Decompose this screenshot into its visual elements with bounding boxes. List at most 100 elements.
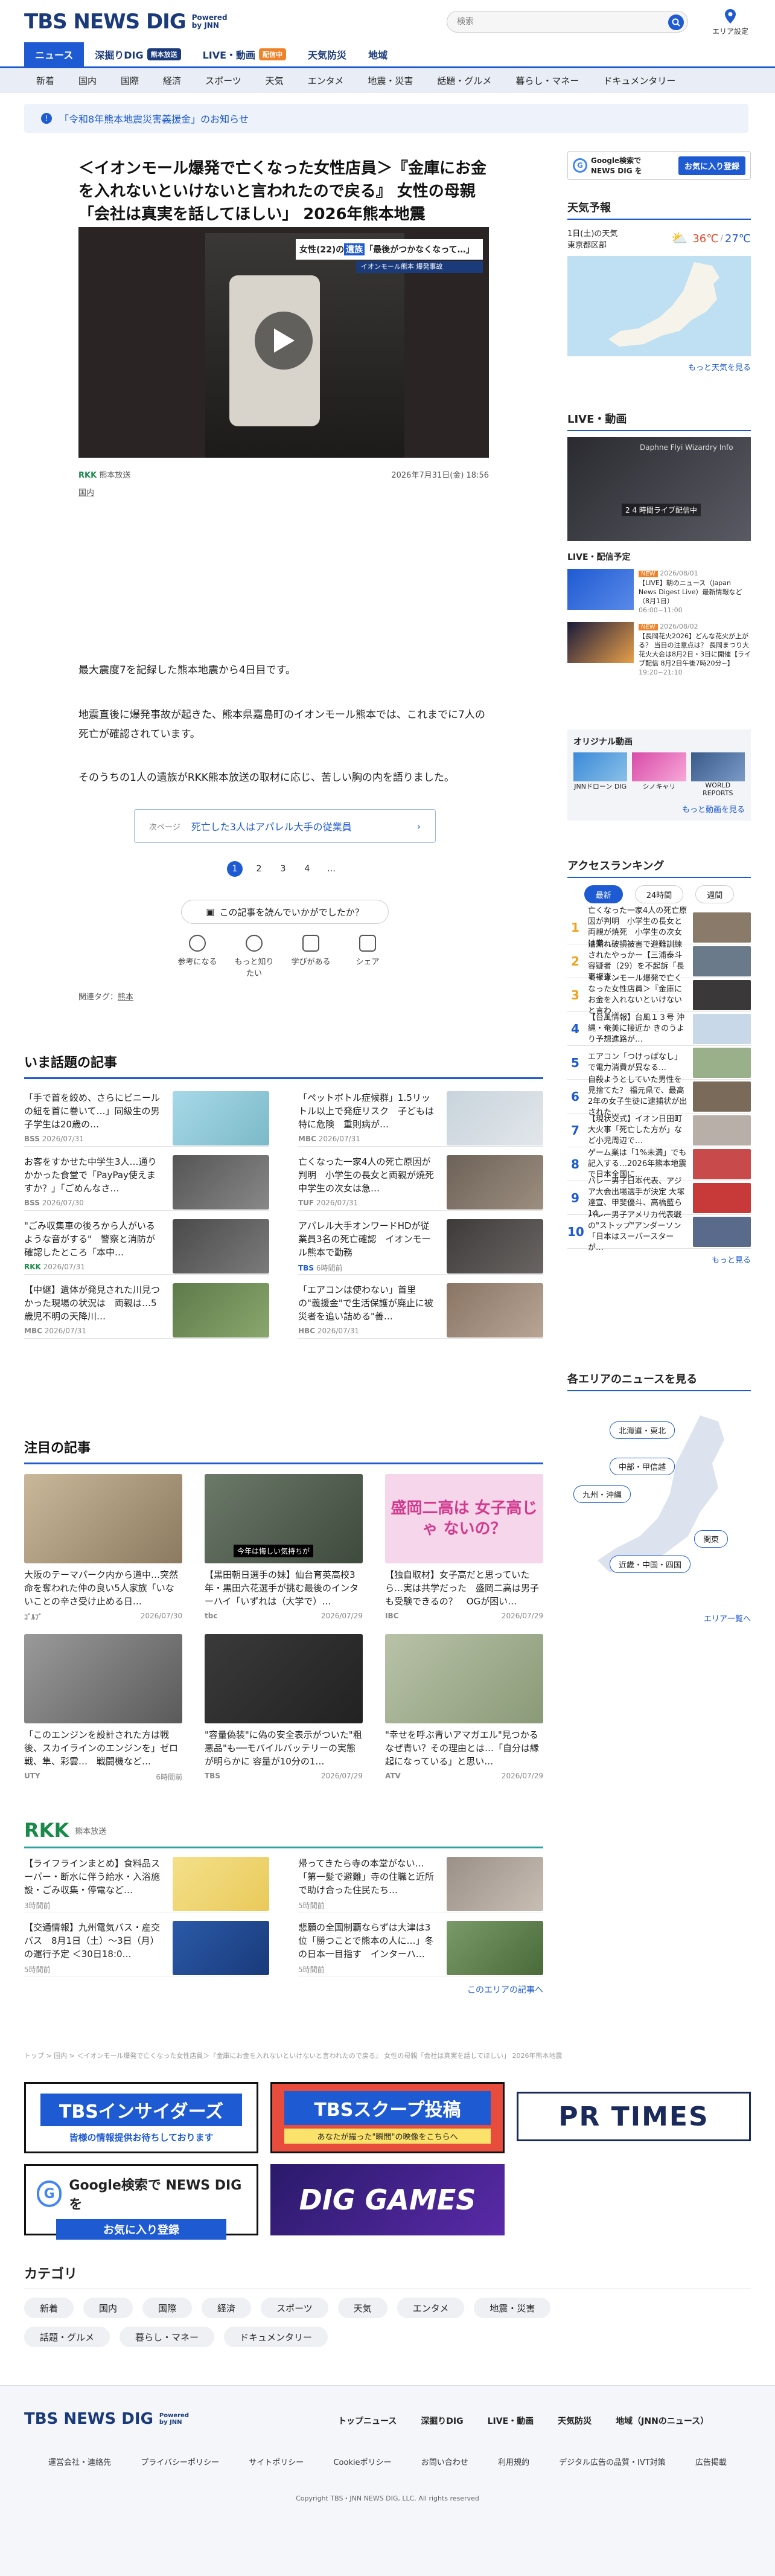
original-more-link[interactable]: もっと動画を見る [573, 803, 745, 815]
rkk-more-link[interactable]: このエリアの記事へ [24, 1984, 543, 1996]
footer-logo[interactable]: TBS NEWS DIG Powered by JNN [24, 2410, 191, 2428]
featured-card[interactable]: 今年は悔しい気持ちが 【黒田朝日選手の妹】仙台育英高校3年・黒田六花選手が挑む最後… [205, 1474, 363, 1622]
cat-entertainment[interactable]: エンタメ [296, 74, 356, 87]
rkk-item[interactable]: 帰ってきたら寺の本堂がない…「第一髪で避難」寺の住職と近所で助け合った住民たち…… [298, 1848, 543, 1912]
search-box[interactable] [447, 11, 688, 33]
nav-news[interactable]: ニュース [24, 42, 85, 66]
nav-live-video[interactable]: LIVE・動画 配信中 [192, 42, 297, 66]
nav-region[interactable]: 地域 [357, 42, 398, 66]
category-chip[interactable]: 天気 [337, 2298, 388, 2318]
footer-nav-link[interactable]: 深掘りDIG [421, 2415, 463, 2427]
weather-map[interactable] [567, 256, 751, 356]
category-chip[interactable]: スポーツ [261, 2298, 328, 2318]
page-1[interactable]: 1 [227, 861, 243, 877]
category-chip[interactable]: 地震・災害 [474, 2298, 551, 2318]
react-helpful-button[interactable]: 参考になる [175, 935, 220, 978]
hot-item[interactable]: 「ペットボトル症候群」1.5リットル以上で発症リスク 子どもは特に危険 重則病が… [298, 1083, 543, 1147]
hot-item[interactable]: アパレル大手オンワードHDが従業員3名の死亡確認 イオンモール熊本で勤務 TBS … [298, 1211, 543, 1275]
weather-more-link[interactable]: もっと天気を見る [567, 361, 751, 373]
category-chip[interactable]: ドキュメンタリー [224, 2327, 328, 2347]
footer-link[interactable]: プライバシーポリシー [141, 2456, 219, 2467]
cat-economy[interactable]: 経済 [151, 74, 193, 87]
sidebar-favorite-button[interactable]: お気に入り登録 [678, 156, 745, 175]
featured-card[interactable]: 盛岡二高は 女子高じゃ ないの？ 【独自取材】女子高だと思っていたら…実は共学だっ… [385, 1474, 543, 1622]
ranking-tab-weekly[interactable]: 週間 [695, 885, 735, 903]
ranking-item[interactable]: 10 バレー男子アメリカ代表戦の"ストップ"アンダーソン「日本はスーパースターが… [567, 1211, 751, 1252]
ranking-more-link[interactable]: もっと見る [567, 1254, 751, 1265]
category-chip[interactable]: 経済 [202, 2298, 252, 2318]
page-3[interactable]: 3 [275, 861, 291, 877]
search-input[interactable] [457, 16, 650, 28]
featured-card[interactable]: "容量偽装"に偽の安全表示がついた"粗悪品"も──モバイルバッテリーの実態が明ら… [205, 1634, 363, 1782]
ranking-item[interactable]: 6 自殺ようとしていた男性を見捨てた？ 福元県で、最高2年の女子生徒に逮捕状が出さ… [567, 1075, 751, 1117]
page-2[interactable]: 2 [251, 861, 267, 877]
footer-link[interactable]: お問い合わせ [421, 2456, 468, 2467]
featured-card[interactable]: "幸せを呼ぶ青いアマガエル"見つかる なぜ青い？その理由とは…「自分は縁起になっ… [385, 1634, 547, 1782]
area-button-hokkaido-tohoku[interactable]: 北海道・東北 [610, 1421, 675, 1439]
area-more-link[interactable]: エリア一覧へ [567, 1612, 751, 1624]
article-video[interactable]: 女性(22)の 遺族 「最後がつかなくなって…」 イオンモール熊本 爆発事故 [78, 227, 489, 458]
cat-weather[interactable]: 天気 [254, 74, 296, 87]
react-learn-button[interactable]: 学びがある [289, 935, 333, 978]
hot-item[interactable]: 「手で首を絞め、さらにビニールの紐を首に巻いて…」同級生の男子学生は20歳の… B… [24, 1083, 269, 1147]
live-player[interactable]: Daphne Flyi Wizardry Info 2 4 時間ライブ配信中 [567, 437, 751, 541]
category-chip[interactable]: エンタメ [397, 2298, 465, 2318]
featured-card[interactable]: 「このエンジンを設計された方は戦後、スカイラインのエンジンを」ゼロ戦、隼、彩雲…… [24, 1634, 182, 1782]
cat-disaster[interactable]: 地震・災害 [356, 74, 425, 87]
notice-bar[interactable]: ! 「令和8年熊本地震災害義援金」のお知らせ [24, 104, 748, 133]
area-button-kanto[interactable]: 関東 [694, 1530, 729, 1548]
schedule-item[interactable]: NEW 2026/08/02 【長岡花火2026】どんな花火が上がる？ 当日の注… [567, 622, 751, 677]
ranking-item[interactable]: 4 【台風情報】台風１３号 沖縄・奄美に接近か きのうより予想進路が… [567, 1012, 751, 1046]
tag-link[interactable]: 熊本 [118, 993, 133, 1002]
area-button-chubu[interactable]: 中部・甲信越 [610, 1458, 675, 1475]
schedule-item[interactable]: NEW 2026/08/01 【LIVE】朝のニュース（Japan News D… [567, 569, 751, 615]
hot-item[interactable]: 【中継】遺体が発見された川見つかった現場の状況は 両親は…5歳児不明の天降川… M… [24, 1275, 269, 1339]
footer-link[interactable]: 広告掲載 [695, 2456, 727, 2467]
footer-nav-link[interactable]: LIVE・動画 [488, 2415, 534, 2427]
sidebar-google-banner[interactable]: G Google検索で NEWS DIG を お気に入り登録 [567, 151, 751, 180]
google-favorite-button[interactable]: お気に入り登録 [56, 2219, 226, 2240]
share-button[interactable]: シェア [345, 935, 390, 978]
hot-item[interactable]: "ごみ収集車の後ろから人がいるような音がする" 警察と消防が確認したところ「本中… [24, 1211, 269, 1275]
footer-link[interactable]: 利用規約 [498, 2456, 529, 2467]
hot-item[interactable]: 亡くなった一家4人の死亡原因が判明 小学生の長女と両親が焼死 中学生の次女は急…… [298, 1147, 543, 1211]
dig-games-banner[interactable]: DIG GAMES [270, 2164, 505, 2235]
cat-sports[interactable]: スポーツ [193, 74, 254, 87]
footer-link[interactable]: 運営会社・連絡先 [48, 2456, 111, 2467]
cat-documentary[interactable]: ドキュメンタリー [591, 74, 687, 87]
weather-today[interactable]: 1日(土)の天気 東京都区部 ⛅ 36℃ / 27℃ [567, 227, 751, 250]
nav-deep-dig[interactable]: 深掘りDIG 熊本放送 [84, 42, 191, 66]
ranking-item[interactable]: 7 【現状交式】イオン日田町大火事「死亡した方が」など小児周辺で… [567, 1113, 751, 1147]
hot-item[interactable]: 「エアコンは使わない」首里の"義援金"で生活保護が廃止に被災者を追い詰める"善…… [298, 1275, 543, 1339]
original-item[interactable]: シノキャリ [632, 752, 686, 797]
play-icon[interactable] [255, 312, 313, 370]
hot-item[interactable]: お客をすかせた中学生3人…通りかかった食堂で「PayPay使えますか？」「ごめん… [24, 1147, 269, 1211]
featured-card[interactable]: 大阪のテーマパーク内から道中…突然命を奪われた仲の良い5人家族「いないことの辛さ… [24, 1474, 182, 1622]
google-bookmark-banner[interactable]: G Google検索で NEWS DIG を お気に入り登録 [24, 2164, 258, 2240]
footer-nav-link[interactable]: 天気防災 [558, 2415, 592, 2427]
scoop-banner[interactable]: TBSスクープ投稿 あなたが撮った"瞬間"の映像をこちらへ [270, 2082, 505, 2153]
ranking-tab-latest[interactable]: 最新 [584, 885, 623, 903]
footer-link[interactable]: デジタル広告の品質・IVT対策 [559, 2456, 665, 2467]
footer-nav-link[interactable]: 地域（JNNのニュース） [616, 2415, 709, 2427]
footer-link[interactable]: Cookieポリシー [333, 2456, 391, 2467]
area-button-kyushu[interactable]: 九州・沖縄 [573, 1485, 631, 1503]
cat-new[interactable]: 新着 [24, 74, 66, 87]
page-4[interactable]: 4 [299, 861, 315, 877]
breadcrumb[interactable]: トップ > 国内 > ＜イオンモール爆発で亡くなった女性店員＞『金庫にお金を入れ… [24, 2051, 748, 2060]
ranking-item[interactable]: 3 ＜イオンモール爆発で亡くなった女性店員＞『金庫にお金を入れないといけないと言わ… [567, 974, 751, 1016]
cat-gourmet[interactable]: 話題・グルメ [425, 74, 503, 87]
area-button-kinki[interactable]: 近畿・中国・四国 [610, 1556, 691, 1573]
insider-banner[interactable]: TBSインサイダーズ 皆様の情報提供お待ちしております [24, 2082, 258, 2153]
nav-weather[interactable]: 天気防災 [297, 42, 357, 66]
category-chip[interactable]: 暮らし・マネー [120, 2327, 215, 2347]
search-icon[interactable] [668, 14, 684, 30]
footer-link[interactable]: サイトポリシー [249, 2456, 304, 2467]
original-item[interactable]: WORLD REPORTS [690, 752, 745, 797]
rkk-item[interactable]: 【交通情報】九州電気バス・産交バス 8月1日（土）～3日（月）の運行予定 ＜30… [24, 1912, 269, 1976]
area-setting-button[interactable]: エリア設定 [705, 8, 756, 36]
cat-life-money[interactable]: 暮らし・マネー [503, 74, 591, 87]
react-more-button[interactable]: もっと知りたい [232, 935, 276, 978]
site-logo[interactable]: TBS NEWS DIG Powered by JNN [24, 10, 231, 34]
ranking-tab-24h[interactable]: 24時間 [634, 885, 684, 903]
